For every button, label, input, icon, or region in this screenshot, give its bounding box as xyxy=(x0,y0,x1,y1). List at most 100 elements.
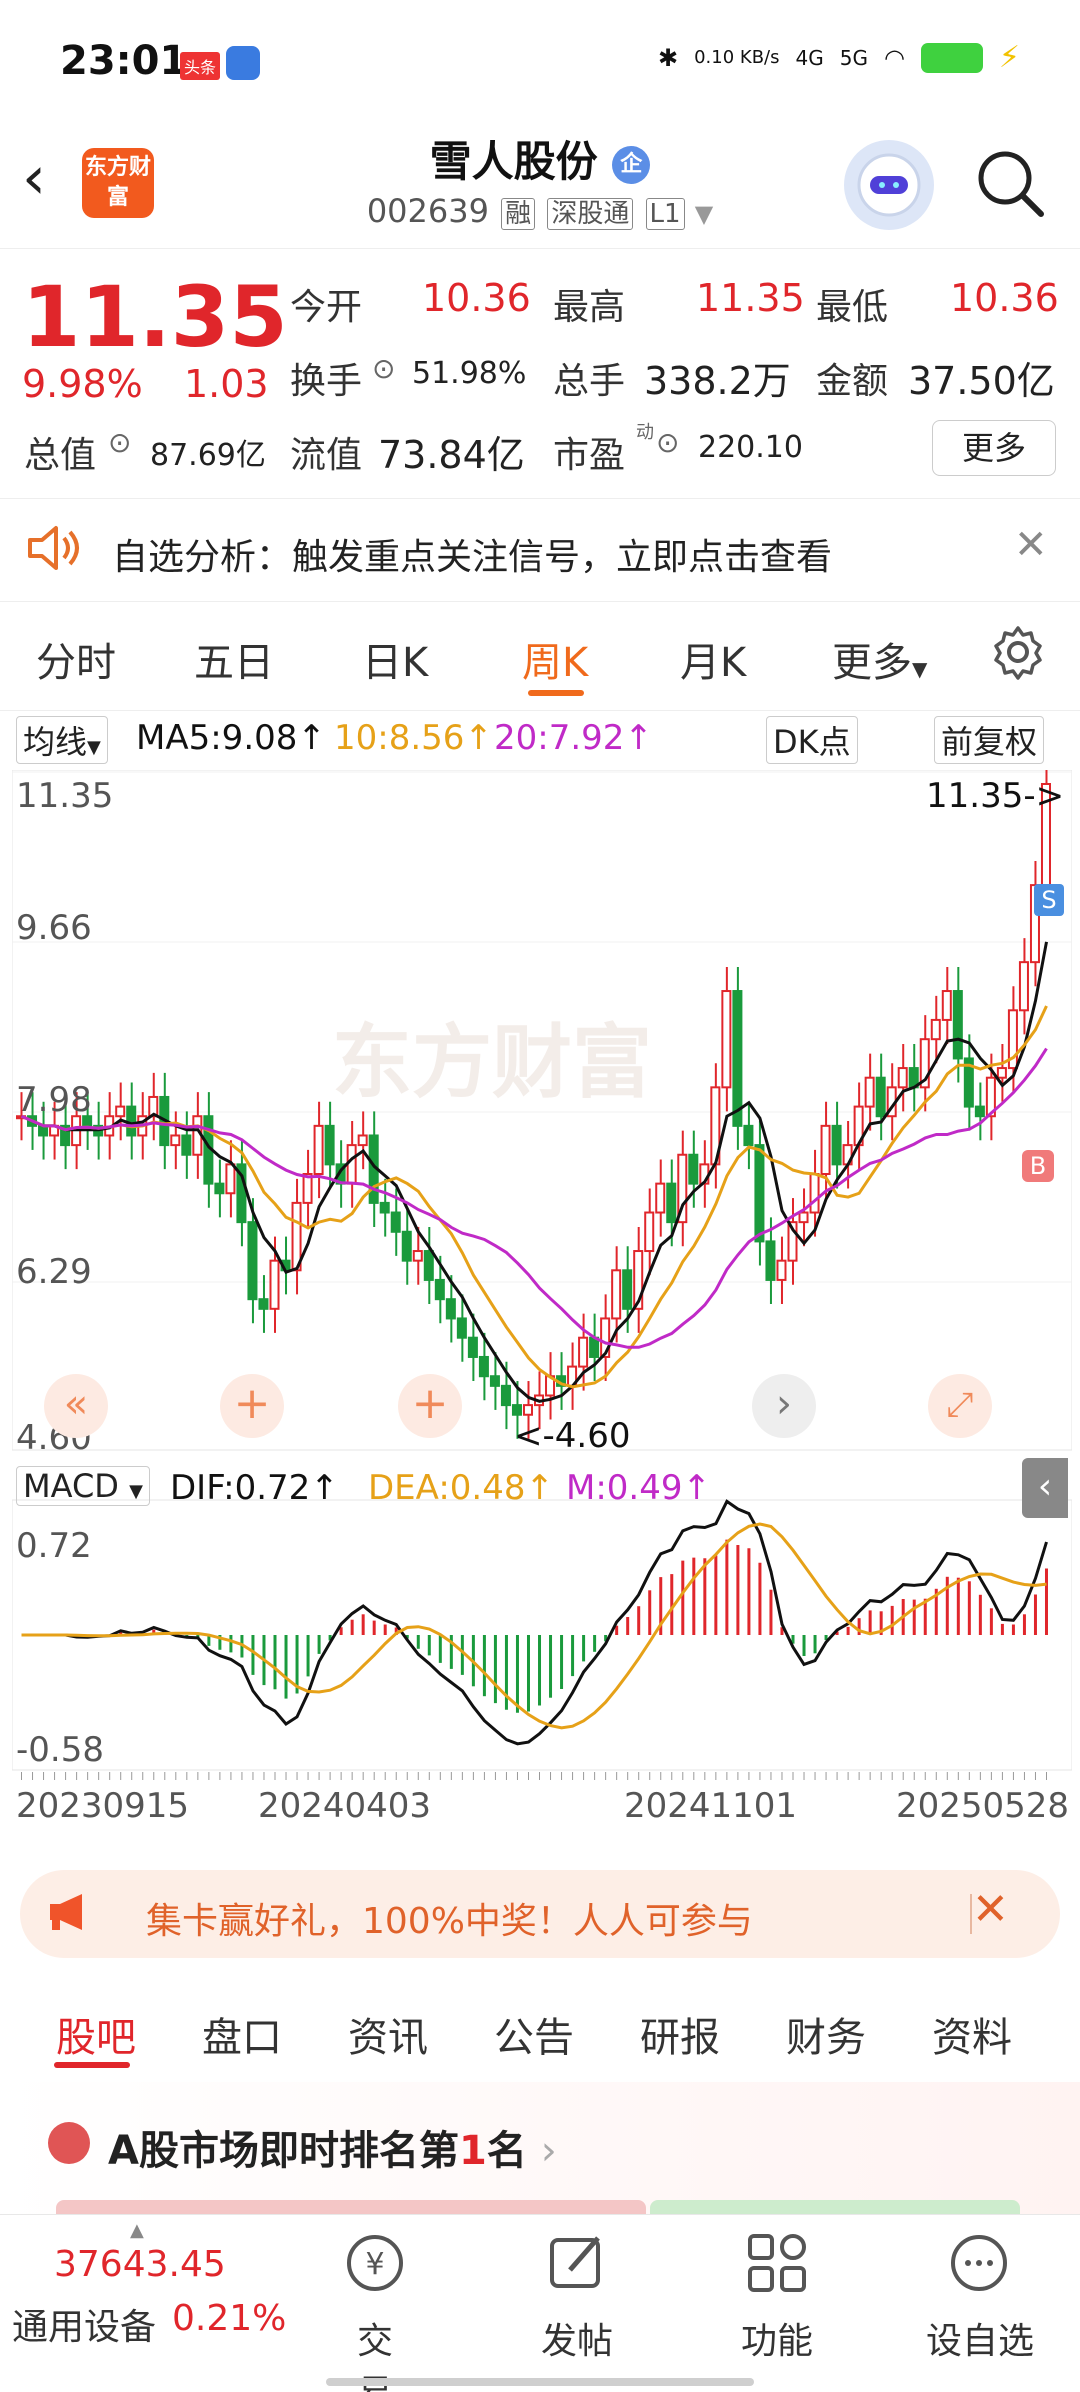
info-icon[interactable]: ⊙ xyxy=(108,426,131,459)
turnover-label: 换手 xyxy=(290,361,363,402)
sell-signal-badge[interactable]: S xyxy=(1034,884,1064,916)
tab-monthly-k[interactable]: 月K xyxy=(680,630,746,688)
zoom-out-icon[interactable]: + xyxy=(398,1374,462,1438)
settings-gear-icon[interactable] xyxy=(990,624,1046,684)
trade-icon[interactable]: ¥ xyxy=(340,2228,410,2298)
high-label: 最高 xyxy=(553,287,626,328)
pe-superscript: 动 xyxy=(636,422,654,443)
tab-order-book[interactable]: 盘口 xyxy=(202,2005,282,2063)
dk-point-button[interactable]: DK点 xyxy=(766,716,858,764)
candle-body xyxy=(434,1278,445,1301)
signal-5g-icon: 5G xyxy=(839,45,868,70)
search-icon[interactable] xyxy=(975,148,1045,218)
macd-selector[interactable]: MACD ▼ xyxy=(16,1466,150,1506)
total-mv-value: 87.69亿 xyxy=(150,438,266,473)
rank-icon xyxy=(48,2122,90,2164)
candle-body xyxy=(258,1298,269,1310)
candle-body xyxy=(831,1124,842,1166)
tab-announcements[interactable]: 公告 xyxy=(494,2005,574,2063)
buy-signal-badge[interactable]: B xyxy=(1022,1150,1054,1182)
candle-body xyxy=(324,1124,335,1166)
nav-add-watchlist[interactable]: 设自选 xyxy=(924,2312,1036,2364)
post-icon[interactable] xyxy=(542,2228,612,2298)
close-icon[interactable]: ✕ xyxy=(1014,522,1048,568)
candle-body xyxy=(214,1182,225,1195)
more-quote-button[interactable]: 更多 xyxy=(932,420,1056,476)
stock-name: 雪人股份 xyxy=(429,137,598,186)
tab-more[interactable]: 更多▼ xyxy=(832,630,927,688)
candle-body xyxy=(897,1067,908,1089)
price-axis-label: 11.35 xyxy=(16,776,114,816)
candle-body xyxy=(721,990,732,1089)
candle-body xyxy=(511,1404,522,1416)
tab-forum[interactable]: 股吧 xyxy=(56,2005,136,2063)
tab-active-indicator xyxy=(528,690,584,696)
ma-selector[interactable]: 均线▼ xyxy=(16,716,108,764)
adjust-button[interactable]: 前复权 xyxy=(934,716,1045,764)
volume-value: 338.2万 xyxy=(644,359,791,403)
candle-body xyxy=(357,1134,368,1147)
candle-body xyxy=(644,1211,655,1253)
macd-selector-label: MACD xyxy=(23,1467,119,1505)
candle-body xyxy=(754,1144,765,1243)
dropdown-icon: ▼ xyxy=(694,200,714,228)
scroll-right-icon[interactable]: › xyxy=(752,1374,816,1438)
chevron-up-icon[interactable]: ▲ xyxy=(130,2220,144,2241)
candle-body xyxy=(181,1134,192,1156)
index-name[interactable]: 通用设备 xyxy=(12,2298,156,2350)
home-indicator xyxy=(326,2378,754,2386)
macd-axis-label: -0.58 xyxy=(16,1730,104,1770)
pe-value: 220.10 xyxy=(698,430,803,465)
candle-body xyxy=(423,1250,434,1281)
divider xyxy=(970,1894,972,1934)
collapse-panel-button[interactable]: ‹ xyxy=(1022,1458,1068,1518)
close-icon[interactable]: ✕ xyxy=(972,1884,1009,1935)
candle-body xyxy=(864,1076,875,1108)
index-change[interactable]: 0.21% xyxy=(172,2298,286,2339)
tab-five-day[interactable]: 五日 xyxy=(194,630,274,688)
fullscreen-icon[interactable]: ⤢ xyxy=(928,1374,992,1438)
low-value: 10.36 xyxy=(950,276,1059,320)
tab-weekly-k[interactable]: 周K xyxy=(522,630,588,688)
candle-body xyxy=(412,1250,423,1262)
candle-body xyxy=(941,990,952,1021)
index-value[interactable]: 37643.45 xyxy=(54,2244,226,2285)
tab-daily-k[interactable]: 日K xyxy=(362,630,428,688)
tab-intraday[interactable]: 分时 xyxy=(36,630,116,688)
stock-code: 002639 xyxy=(366,192,489,230)
tab-profile[interactable]: 资料 xyxy=(932,2005,1012,2063)
scroll-left-icon[interactable]: « xyxy=(44,1374,108,1438)
net-speed: 0.10 KB/s xyxy=(694,46,780,68)
info-icon[interactable]: ⊙ xyxy=(372,352,395,385)
rank-text[interactable]: A股市场即时排名第1名 › xyxy=(108,2118,557,2176)
info-icon[interactable]: ⊙ xyxy=(656,426,679,459)
candle-body xyxy=(589,1336,600,1358)
nav-post[interactable]: 发帖 xyxy=(540,2312,614,2364)
robot-assistant-icon[interactable] xyxy=(844,140,934,230)
candle-body xyxy=(456,1317,467,1339)
notice-text[interactable]: 自选分析：触发重点关注信号，立即点击查看 xyxy=(112,528,832,580)
tab-research[interactable]: 研报 xyxy=(640,2005,720,2063)
functions-icon[interactable] xyxy=(742,2228,812,2298)
amount-value: 37.50亿 xyxy=(908,359,1055,403)
megaphone-icon xyxy=(46,1892,94,1936)
add-watchlist-icon[interactable] xyxy=(944,2228,1014,2298)
nav-functions[interactable]: 功能 xyxy=(740,2312,814,2364)
price-axis-label: 7.98 xyxy=(16,1080,92,1120)
kline-chart[interactable]: 东方财富 xyxy=(12,770,1072,1850)
candle-body xyxy=(170,1134,181,1147)
tag-connect: 深股通 xyxy=(547,198,634,230)
turnover-value: 51.98% xyxy=(412,356,527,391)
tab-news[interactable]: 资讯 xyxy=(348,2005,428,2063)
candle-body xyxy=(611,1269,622,1320)
zoom-in-icon[interactable]: + xyxy=(220,1374,284,1438)
bluetooth-icon: ✱ xyxy=(657,43,679,72)
promo-text[interactable]: 集卡赢好礼，100%中奖！人人可参与 xyxy=(146,1892,753,1944)
tab-financials[interactable]: 财务 xyxy=(786,2005,866,2063)
candle-body xyxy=(798,1211,809,1224)
dea-value: DEA:0.48↑ xyxy=(368,1468,554,1508)
header-divider xyxy=(0,248,1080,249)
candle-body xyxy=(765,1240,776,1281)
open-label: 今开 xyxy=(290,287,363,328)
change-percent: 9.98% xyxy=(22,362,143,406)
